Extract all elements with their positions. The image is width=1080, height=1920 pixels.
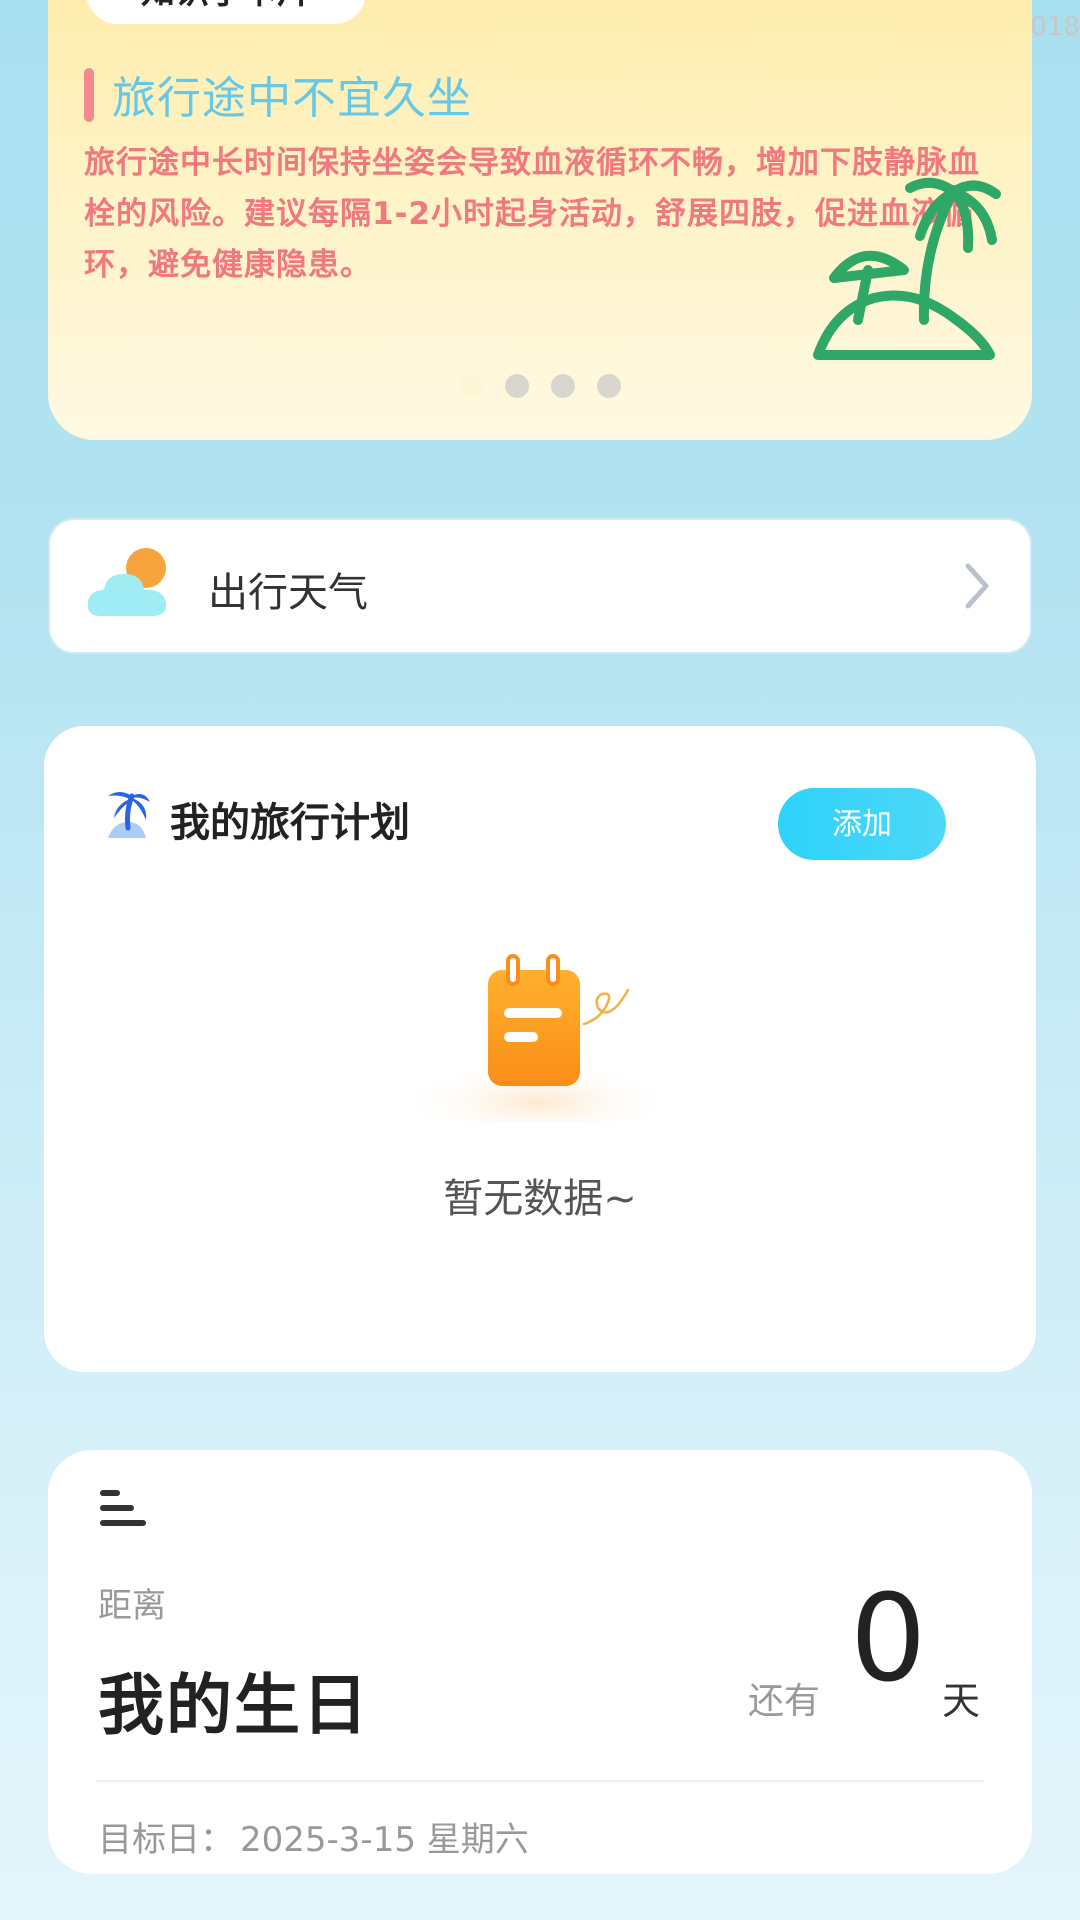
remaining-label: 还有 xyxy=(748,1681,821,1722)
travel-plan-card: 我的旅行计划 添加 暂无数据~ xyxy=(44,726,1036,1372)
travel-weather-card[interactable]: 出行天气 xyxy=(48,518,1032,654)
travel-plan-title: 我的旅行计划 xyxy=(170,800,410,846)
event-name: 我的生日 xyxy=(98,1667,370,1744)
cloud-sun-icon xyxy=(87,548,167,616)
days-count: 0 xyxy=(850,1570,927,1709)
knowledge-card[interactable]: 知识小卡片 旅行途中不宜久坐 旅行途中长时间保持坐姿会导致血液循环不畅，增加下肢… xyxy=(48,0,1032,440)
pager-dot[interactable] xyxy=(551,374,575,398)
divider xyxy=(96,1780,984,1782)
pager-dot[interactable] xyxy=(505,374,529,398)
knowledge-tag: 知识小卡片 xyxy=(86,0,366,24)
days-unit: 天 xyxy=(942,1679,981,1723)
pager-dot[interactable] xyxy=(597,374,621,398)
knowledge-title: 旅行途中不宜久坐 xyxy=(112,73,472,124)
target-date-value: 2025-3-15 星期六 xyxy=(240,1820,529,1860)
palm-tree-icon xyxy=(108,792,150,838)
target-date-label: 目标日： xyxy=(98,1820,234,1860)
palm-island-icon xyxy=(813,177,1001,360)
title-accent-bar xyxy=(84,68,94,122)
pager-dot-active[interactable] xyxy=(459,374,483,398)
empty-state-text: 暂无数据~ xyxy=(443,1176,637,1222)
menu-icon[interactable] xyxy=(100,1488,148,1528)
chevron-right-icon xyxy=(965,563,989,609)
distance-label: 距离 xyxy=(98,1586,166,1626)
weather-label: 出行天气 xyxy=(208,570,368,616)
carousel-pager xyxy=(48,374,1032,398)
countdown-card[interactable]: 距离 我的生日 还有 0 天 目标日： 2025-3-15 星期六 xyxy=(48,1450,1032,1874)
empty-notepad-icon xyxy=(398,954,678,1122)
add-plan-button[interactable]: 添加 xyxy=(778,788,946,860)
